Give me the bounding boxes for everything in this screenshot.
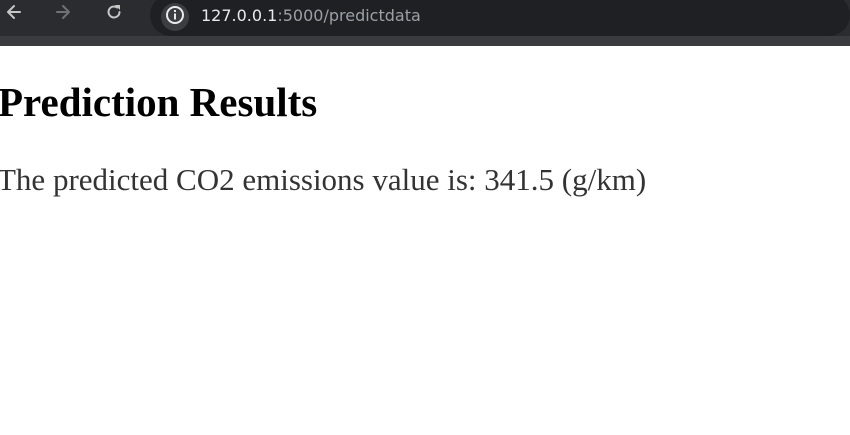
info-icon [165, 5, 185, 30]
arrow-left-icon [4, 2, 24, 27]
forward-button[interactable] [49, 2, 77, 26]
reload-button[interactable] [100, 2, 128, 26]
url-path: :5000/predictdata [277, 6, 421, 25]
url-text[interactable]: 127.0.0.1:5000/predictdata [201, 4, 421, 28]
url-host: 127.0.0.1 [201, 6, 278, 25]
reload-icon [104, 2, 124, 27]
toolbar-strip: 127.0.0.1:5000/predictdata [0, 0, 850, 36]
browser-toolbar: 127.0.0.1:5000/predictdata [0, 0, 850, 46]
address-bar[interactable]: 127.0.0.1:5000/predictdata [150, 0, 850, 36]
arrow-right-icon [53, 2, 73, 27]
prediction-result-text: The predicted CO2 emissions value is: 34… [0, 162, 647, 197]
site-info-button[interactable] [161, 3, 189, 31]
page-title: Prediction Results [0, 79, 318, 125]
back-button[interactable] [0, 2, 28, 26]
